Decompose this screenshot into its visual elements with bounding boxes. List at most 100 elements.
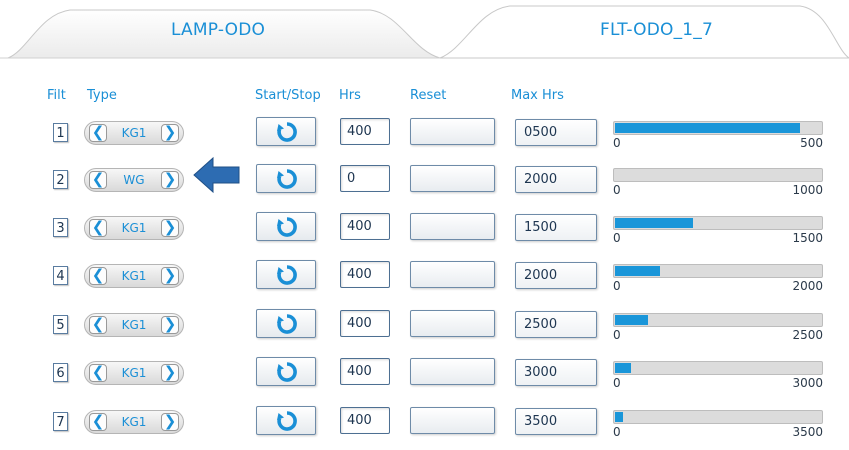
hrs-field[interactable]: 0	[340, 165, 390, 192]
chevron-left-icon[interactable]: ❮	[89, 413, 107, 431]
progress-bar	[613, 216, 823, 230]
filter-row: 5 ❮ KG1 ❯ 400 2500 0 2500	[0, 309, 849, 349]
type-value: KG1	[121, 269, 147, 283]
type-selector: ❮ WG ❯	[84, 168, 184, 192]
max-hrs-field[interactable]: 0500	[515, 119, 597, 146]
chevron-left-icon[interactable]: ❮	[89, 219, 107, 237]
chevron-left-icon[interactable]: ❮	[89, 364, 107, 382]
start-stop-button[interactable]	[256, 212, 316, 241]
chevron-right-icon[interactable]: ❯	[161, 219, 179, 237]
reset-button[interactable]	[410, 213, 495, 240]
filt-number: 2	[53, 170, 68, 189]
progress-fill	[615, 363, 631, 373]
progress-max-label: 500	[800, 136, 823, 150]
start-stop-button[interactable]	[256, 164, 316, 193]
chevron-right-icon[interactable]: ❯	[161, 364, 179, 382]
filt-number: 1	[53, 123, 68, 142]
hrs-field[interactable]: 400	[340, 310, 390, 337]
progress-max-label: 1500	[792, 231, 823, 245]
chevron-right-icon[interactable]: ❯	[161, 267, 179, 285]
header-reset: Reset	[410, 88, 447, 103]
type-value: KG1	[121, 126, 147, 140]
start-stop-button[interactable]	[256, 357, 316, 386]
chevron-right-icon[interactable]: ❯	[161, 171, 179, 189]
progress-bar	[613, 313, 823, 327]
max-hrs-field[interactable]: 2000	[515, 262, 597, 289]
start-stop-button[interactable]	[256, 309, 316, 338]
filt-number: 4	[53, 266, 68, 285]
hrs-field[interactable]: 400	[340, 213, 390, 240]
progress-max-label: 2500	[792, 328, 823, 342]
progress-min-label: 0	[613, 136, 621, 150]
progress-max-label: 2000	[792, 279, 823, 293]
max-hrs-field[interactable]: 3000	[515, 359, 597, 386]
filt-number: 5	[53, 315, 68, 334]
type-value: KG1	[121, 415, 147, 429]
type-value: WG	[123, 173, 145, 187]
filt-number: 7	[53, 412, 68, 431]
progress-fill	[615, 315, 648, 325]
header-hrs: Hrs	[339, 88, 361, 103]
reset-button[interactable]	[410, 165, 495, 192]
reset-button[interactable]	[410, 310, 495, 337]
reset-button[interactable]	[410, 358, 495, 385]
hrs-field[interactable]: 400	[340, 118, 390, 145]
filter-row: 3 ❮ KG1 ❯ 400 1500 0 1500	[0, 212, 849, 252]
progress-min-label: 0	[613, 425, 621, 439]
start-stop-button[interactable]	[256, 406, 316, 435]
hrs-field[interactable]: 400	[340, 358, 390, 385]
progress-max-label: 3500	[792, 425, 823, 439]
start-stop-button[interactable]	[256, 117, 316, 146]
filter-row: 6 ❮ KG1 ❯ 400 3000 0 3000	[0, 357, 849, 397]
progress-bar	[613, 361, 823, 375]
progress-fill	[615, 266, 660, 276]
header-max-hrs: Max Hrs	[511, 88, 564, 103]
type-selector: ❮ KG1 ❯	[84, 264, 184, 288]
filt-number: 3	[53, 218, 68, 237]
reset-button[interactable]	[410, 118, 495, 145]
progress-fill	[615, 412, 623, 422]
max-hrs-field[interactable]: 3500	[515, 408, 597, 435]
filter-row: 4 ❮ KG1 ❯ 400 2000 0 2000	[0, 260, 849, 300]
chevron-right-icon[interactable]: ❯	[161, 124, 179, 142]
reset-button[interactable]	[410, 261, 495, 288]
chevron-left-icon[interactable]: ❮	[89, 171, 107, 189]
header-type: Type	[87, 88, 117, 103]
tab-flt-odo-1-7[interactable]: FLT-ODO_1_7	[600, 20, 713, 40]
type-selector: ❮ KG1 ❯	[84, 313, 184, 337]
type-selector: ❮ KG1 ❯	[84, 410, 184, 434]
header-filt: Filt	[47, 88, 66, 103]
max-hrs-field[interactable]: 1500	[515, 214, 597, 241]
chevron-right-icon[interactable]: ❯	[161, 413, 179, 431]
hrs-field[interactable]: 400	[340, 261, 390, 288]
progress-max-label: 3000	[792, 376, 823, 390]
progress-min-label: 0	[613, 183, 621, 197]
chevron-left-icon[interactable]: ❮	[89, 316, 107, 334]
progress-fill	[615, 218, 693, 228]
max-hrs-field[interactable]: 2000	[515, 166, 597, 193]
progress-min-label: 0	[613, 279, 621, 293]
max-hrs-field[interactable]: 2500	[515, 311, 597, 338]
type-selector: ❮ KG1 ❯	[84, 216, 184, 240]
tab-shapes	[0, 5, 849, 59]
filt-number: 6	[53, 363, 68, 382]
reset-button[interactable]	[410, 407, 495, 434]
progress-min-label: 0	[613, 231, 621, 245]
filter-row: 1 ❮ KG1 ❯ 400 0500 0 500	[0, 117, 849, 157]
header-start-stop: Start/Stop	[255, 88, 321, 103]
progress-max-label: 1000	[792, 183, 823, 197]
pointer-arrow-icon	[193, 156, 240, 194]
tab-lamp-odo[interactable]: LAMP-ODO	[171, 20, 265, 40]
progress-bar	[613, 121, 823, 135]
progress-min-label: 0	[613, 328, 621, 342]
chevron-right-icon[interactable]: ❯	[161, 316, 179, 334]
filter-row: 2 ❮ WG ❯ 0 2000 0 1000	[0, 164, 849, 204]
filter-row: 7 ❮ KG1 ❯ 400 3500 0 3500	[0, 406, 849, 446]
start-stop-button[interactable]	[256, 260, 316, 289]
progress-bar	[613, 168, 823, 182]
type-value: KG1	[121, 221, 147, 235]
hrs-field[interactable]: 400	[340, 407, 390, 434]
chevron-left-icon[interactable]: ❮	[89, 124, 107, 142]
type-selector: ❮ KG1 ❯	[84, 361, 184, 385]
chevron-left-icon[interactable]: ❮	[89, 267, 107, 285]
